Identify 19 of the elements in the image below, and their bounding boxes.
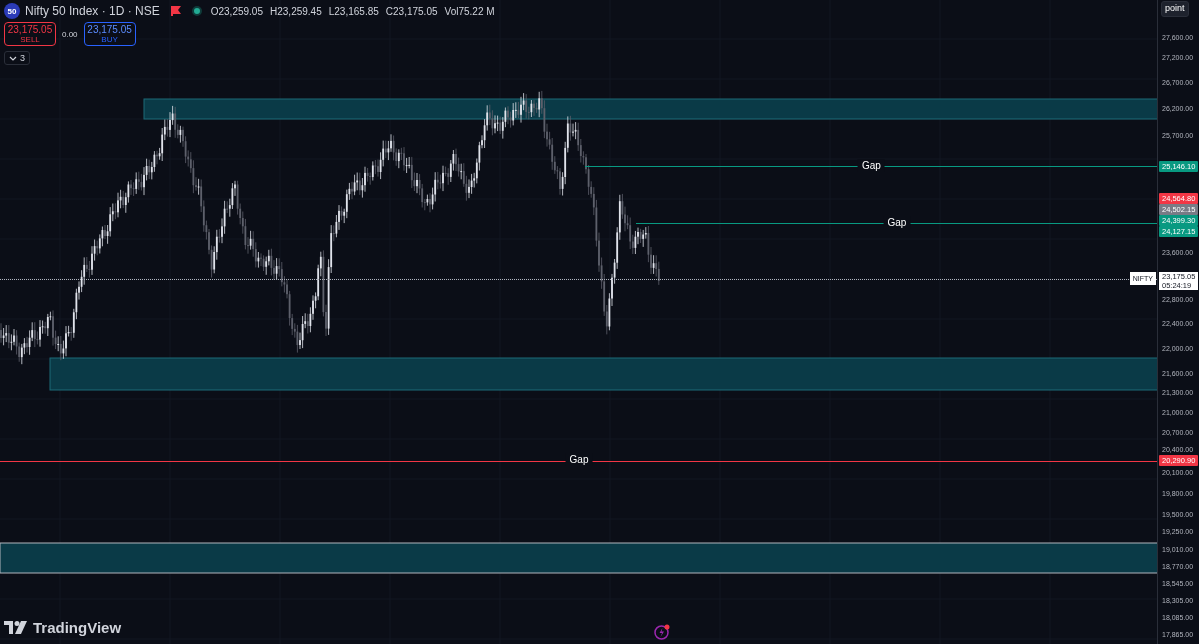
symbol-title[interactable]: Nifty 50 Index · 1D · NSE [25,4,160,18]
buy-button[interactable]: 23,175.05 BUY [83,22,136,46]
flag-icon[interactable] [170,6,181,16]
ohlc-value: C23,175.05 [385,5,438,17]
ohlc-value: H23,259.45 [270,5,322,17]
ohlc-value: Vol75.22 M [444,5,495,17]
indicators-toggle[interactable]: 3 [4,51,30,65]
ohlc-value: L23,165.85 [328,5,379,17]
sell-button[interactable]: 23,175.05 SELL [4,22,56,46]
gap-label: Gap [883,215,911,229]
chevron-icon [9,54,17,62]
lightning-icon[interactable] [654,624,670,640]
symbol-logo: 50 [4,3,20,19]
ohlc-value: O23,259.05 [210,5,263,17]
brand-logo-icon[interactable] [4,620,28,635]
scale-button[interactable]: point [1161,1,1189,17]
gap-label: Gap [565,453,593,467]
brand-name[interactable]: TradingView [33,619,122,636]
spread-value: 0.00 [62,29,78,39]
